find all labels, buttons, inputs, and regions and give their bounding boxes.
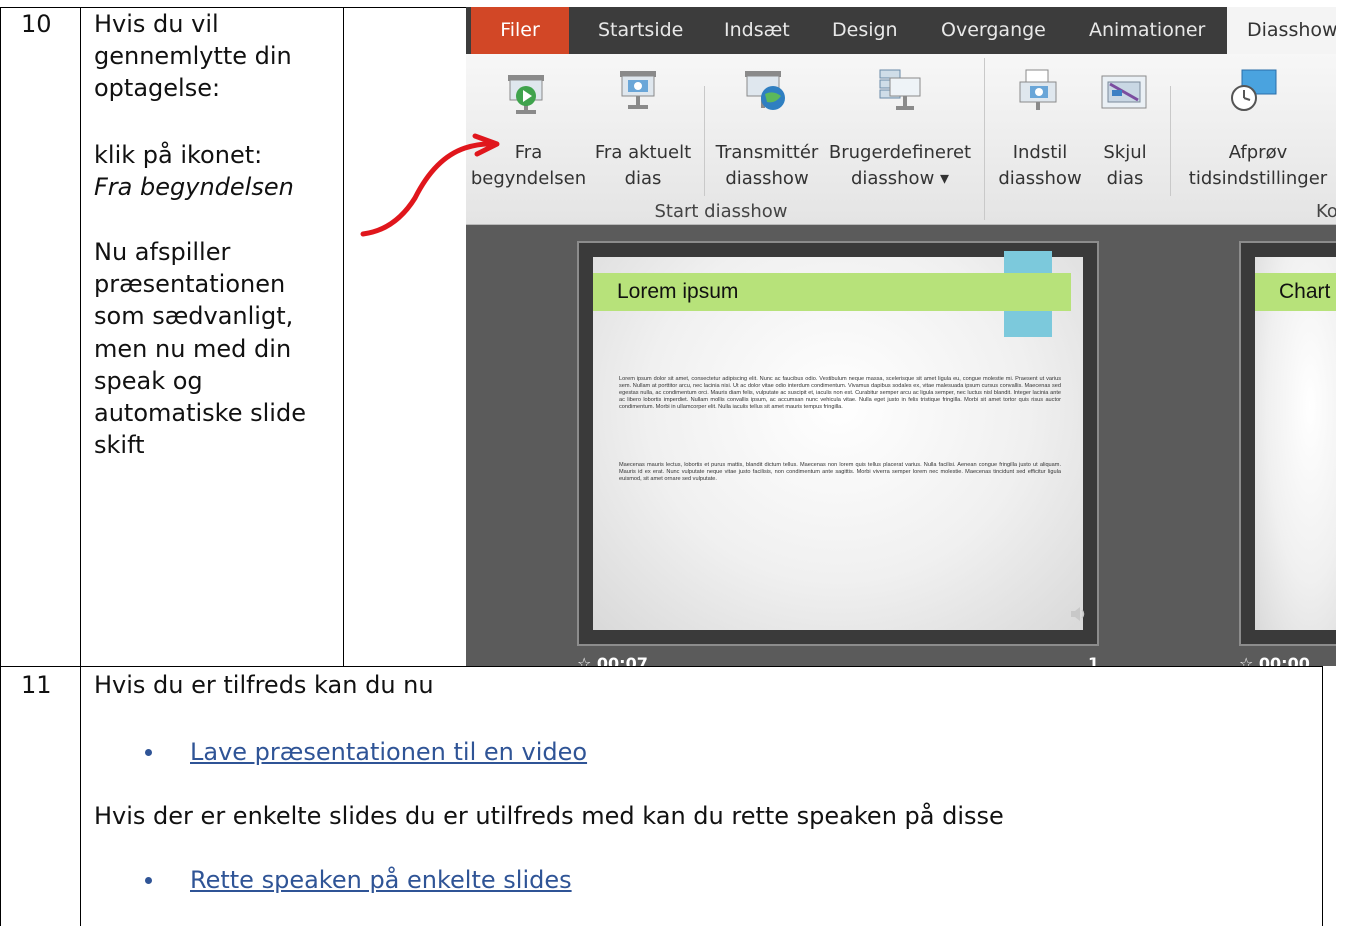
row11-second-text: Hvis der er enkelte slides du er utilfre… — [94, 802, 1004, 830]
setup-slideshow-icon — [1019, 69, 1057, 110]
powerpoint-screenshot: Filer Startside Indsæt Design Overgange … — [466, 7, 1336, 666]
button-label-line1: Skjul — [1103, 142, 1147, 163]
slide-thumbnail: Lorem ipsum Lorem ipsum dolor sit amet, … — [593, 251, 1085, 630]
instruction-line: Hvis du vil — [94, 10, 219, 38]
slide-body-paragraph: Lorem ipsum dolor sit amet, consectetur … — [619, 376, 1061, 410]
tab-insert[interactable]: Indsæt — [724, 7, 790, 54]
instruction-line-italic: Fra begyndelsen — [94, 173, 294, 201]
ribbon-panel: Fra begyndelsen Fra aktuelt dias Transmi… — [466, 54, 1336, 225]
custom-slideshow-icon — [879, 69, 921, 110]
instruction-line: klik på ikonet: — [94, 141, 263, 169]
instruction-line: Nu afspiller — [94, 238, 231, 266]
instruction-line: speak og — [94, 367, 203, 395]
instruction-line: præsentationen — [94, 270, 286, 298]
button-label-line1: Indstil — [1012, 142, 1068, 163]
slide-thumbnail-frame[interactable]: Chart — [1239, 241, 1336, 646]
hide-slide-button[interactable]: Skjul dias — [1093, 140, 1157, 192]
instruction-line: skift — [94, 431, 145, 459]
slide-timing: ☆ 00:07 — [577, 654, 648, 666]
row-number-10: 10 — [21, 10, 52, 38]
button-label-line2: dias — [1106, 168, 1144, 189]
slide-number: 1 — [1088, 654, 1100, 666]
ribbon-separator — [1170, 86, 1171, 196]
instruction-line: automatiske slide — [94, 399, 306, 427]
from-current-slide-icon — [620, 71, 656, 109]
button-label-line1: Afprøv — [1228, 142, 1288, 163]
tab-file[interactable]: Filer — [471, 7, 569, 54]
from-beginning-icon — [508, 75, 544, 114]
col1-divider — [80, 7, 81, 926]
group-label-next: Ko — [1316, 201, 1336, 222]
tab-home[interactable]: Startside — [598, 7, 683, 54]
bullet-dot — [145, 749, 152, 756]
tab-animations[interactable]: Animationer — [1089, 7, 1205, 54]
slide-title: Chart — [1255, 273, 1336, 311]
table-right-border — [1322, 666, 1323, 926]
button-label-line2: dias — [624, 168, 662, 189]
table-top-border — [0, 7, 466, 8]
bullet-dot — [145, 877, 152, 884]
tab-slideshow[interactable]: Diasshow — [1227, 7, 1336, 54]
button-label-line1: Transmittér — [715, 142, 819, 163]
slide-timing: ☆ 00:00 — [1239, 654, 1310, 666]
row-number-11: 11 — [21, 671, 52, 699]
slide-thumbnail: Chart — [1255, 257, 1336, 630]
button-label-line2: diasshow — [725, 168, 809, 189]
slide-title: Lorem ipsum — [593, 273, 1071, 311]
setup-slideshow-button[interactable]: Indstil diasshow — [992, 140, 1088, 192]
fix-speak-link[interactable]: Rette speaken på enkelte slides — [190, 864, 572, 896]
make-video-link[interactable]: Lave præsentationen til en video — [190, 736, 587, 768]
custom-slideshow-button[interactable]: Brugerdefineret diasshow ▾ — [824, 140, 976, 192]
slide-thumbnail-frame[interactable]: Lorem ipsum Lorem ipsum dolor sit amet, … — [577, 241, 1099, 646]
rehearse-timings-button[interactable]: Afprøv tidsindstillinger — [1182, 140, 1334, 192]
speaker-icon — [1071, 607, 1085, 621]
instruction-line: optagelse: — [94, 74, 221, 102]
tab-transitions[interactable]: Overgange — [941, 7, 1046, 54]
row11-intro-text: Hvis du er tilfreds kan du nu — [94, 671, 434, 699]
red-arrow-annotation — [360, 133, 500, 237]
slide-sorter-area: Lorem ipsum Lorem ipsum dolor sit amet, … — [466, 225, 1336, 666]
table-left-border — [0, 7, 1, 926]
rehearse-timings-icon — [1231, 69, 1277, 111]
tab-design[interactable]: Design — [832, 7, 898, 54]
button-label-line2: diasshow ▾ — [850, 168, 950, 189]
row-divider — [0, 666, 1323, 667]
col2-divider — [343, 7, 344, 666]
group-label-start-slideshow: Start diasshow — [654, 201, 788, 222]
ribbon-group-separator — [984, 58, 985, 220]
button-label-line2: tidsindstillinger — [1188, 168, 1328, 189]
instruction-line: men nu med din — [94, 335, 292, 363]
instruction-line: som sædvanligt, — [94, 302, 294, 330]
broadcast-slideshow-icon — [745, 71, 785, 110]
instruction-line: gennemlytte din — [94, 42, 292, 70]
button-label-line1: Brugerdefineret — [828, 142, 972, 163]
ribbon-tab-bar: Filer Startside Indsæt Design Overgange … — [466, 7, 1336, 54]
hide-slide-icon — [1101, 75, 1147, 109]
broadcast-slideshow-button[interactable]: Transmittér diasshow — [707, 140, 827, 192]
button-label-line2: diasshow — [998, 168, 1082, 189]
from-current-slide-button[interactable]: Fra aktuelt dias — [591, 140, 695, 192]
button-label-line1: Fra aktuelt — [594, 142, 692, 163]
ribbon-separator — [704, 86, 705, 196]
slide-body-paragraph: Maecenas mauris lectus, lobortis et puru… — [619, 462, 1061, 482]
